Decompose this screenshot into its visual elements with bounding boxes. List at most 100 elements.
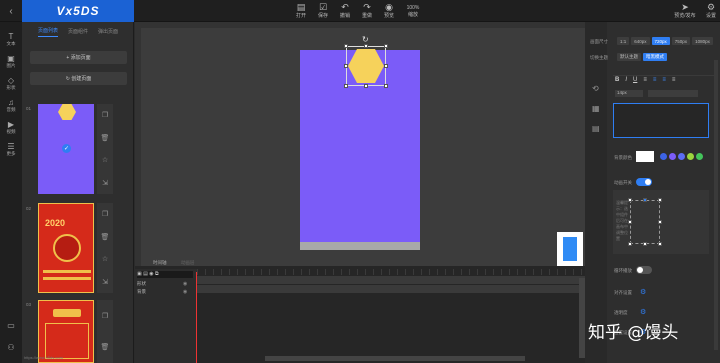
align-right-icon[interactable]: ≡: [662, 77, 666, 83]
color-swatch[interactable]: [678, 153, 685, 160]
add-page-button[interactable]: + 添加页面: [30, 51, 127, 64]
position-handle[interactable]: [658, 220, 662, 224]
size-option[interactable]: 640px: [631, 37, 650, 45]
chevron-left-icon[interactable]: ‹: [0, 0, 22, 22]
settings-icon[interactable]: ⚙: [640, 288, 646, 296]
size-option[interactable]: 1080px: [692, 37, 713, 45]
eye-icon[interactable]: ◉: [183, 281, 187, 287]
layers-icon[interactable]: ▤: [592, 124, 600, 133]
rail-image[interactable]: ▣ 图片: [0, 50, 22, 72]
preview-button[interactable]: ◉ 预览: [378, 2, 400, 20]
undo-button[interactable]: ↶ 撤销: [334, 2, 356, 20]
selection-box[interactable]: [346, 46, 386, 86]
zoom-control[interactable]: 100% 缩放: [400, 2, 426, 20]
position-handle[interactable]: [643, 198, 647, 202]
resize-handle[interactable]: [344, 44, 348, 48]
resize-handle[interactable]: [384, 64, 388, 68]
delete-icon[interactable]: 🗑: [101, 134, 110, 142]
align-left-icon[interactable]: ≡: [643, 77, 647, 83]
position-handle[interactable]: [628, 198, 632, 202]
rail-text[interactable]: T 文本: [0, 28, 22, 50]
resize-handle[interactable]: [384, 44, 388, 48]
grid-icon[interactable]: ▦: [592, 104, 600, 113]
position-handle[interactable]: [658, 242, 662, 246]
track-controls[interactable]: ▣ ▤ ◉ ⧉: [137, 271, 193, 278]
minimap[interactable]: [557, 232, 583, 266]
rail-video[interactable]: ▶ 视频: [0, 116, 22, 138]
resize-handle[interactable]: [384, 84, 388, 88]
publish-button[interactable]: ➤ 预览/发布: [672, 2, 698, 20]
timeline-track-bar[interactable]: [197, 285, 585, 293]
history-icon[interactable]: ⟲: [592, 84, 599, 93]
color-swatch[interactable]: [687, 153, 694, 160]
font-family-select[interactable]: [648, 90, 698, 97]
eye-icon[interactable]: ◉: [183, 289, 187, 295]
position-handle[interactable]: [628, 242, 632, 246]
move-icon[interactable]: ⇲: [102, 278, 108, 286]
copy-icon[interactable]: ❐: [102, 210, 108, 218]
bold-icon[interactable]: B: [615, 77, 619, 83]
resize-handle[interactable]: [364, 84, 368, 88]
redo-button[interactable]: ↷ 重做: [356, 2, 378, 20]
star-icon[interactable]: ☆: [102, 156, 108, 164]
delete-icon[interactable]: 🗑: [101, 233, 110, 241]
scrollbar-horizontal[interactable]: [265, 356, 525, 361]
color-swatch[interactable]: [660, 153, 667, 160]
watermark: 知乎 @馒头: [588, 323, 679, 343]
resize-handle[interactable]: [344, 64, 348, 68]
canvas-size-label: 画面尺寸: [590, 39, 608, 44]
create-page-button[interactable]: ↻ 创建页面: [30, 72, 127, 85]
scrollbar-vertical[interactable]: [714, 60, 718, 350]
save-button[interactable]: ☑ 保存: [312, 2, 334, 20]
timeline-track-bar[interactable]: [197, 276, 585, 284]
rail-layers[interactable]: ▭: [0, 314, 22, 336]
position-handle[interactable]: [628, 220, 632, 224]
settings-icon[interactable]: ⚙: [640, 308, 646, 316]
page-thumbnail-1[interactable]: ✓: [38, 104, 94, 194]
copy-icon[interactable]: ❐: [102, 312, 108, 320]
position-handle[interactable]: [643, 242, 647, 246]
text-content-input[interactable]: [613, 103, 709, 138]
resize-handle[interactable]: [344, 84, 348, 88]
track-item[interactable]: 背景: [137, 289, 146, 295]
delete-icon[interactable]: 🗑: [101, 343, 110, 351]
align-justify-icon[interactable]: ≡: [672, 77, 676, 83]
loop-toggle[interactable]: [636, 266, 652, 274]
color-swatch[interactable]: [696, 153, 703, 160]
underline-icon[interactable]: U: [633, 77, 637, 83]
move-icon[interactable]: ⇲: [102, 179, 108, 187]
track-item[interactable]: 形状: [137, 281, 146, 287]
tab-popup-pages[interactable]: 弹出页面: [98, 28, 118, 35]
position-handle[interactable]: [658, 198, 662, 202]
position-frame[interactable]: [630, 200, 660, 244]
tab-animation-layer[interactable]: 动画层: [181, 260, 195, 266]
size-option[interactable]: 750px: [671, 37, 691, 45]
color-swatch[interactable]: [669, 153, 676, 160]
rail-audio[interactable]: ♫ 音频: [0, 94, 22, 116]
bg-color-picker[interactable]: [636, 151, 654, 162]
anim-toggle[interactable]: [636, 178, 652, 186]
rail-shape[interactable]: ◇ 形状: [0, 72, 22, 94]
page-thumbnail-2[interactable]: 2020: [38, 203, 94, 293]
tab-page-list[interactable]: 页面列表: [38, 27, 59, 37]
open-button[interactable]: ▤ 打开: [290, 2, 312, 20]
align-center-icon[interactable]: ≡: [653, 77, 657, 83]
italic-icon[interactable]: I: [625, 77, 627, 83]
size-option[interactable]: 1:1: [617, 37, 630, 45]
star-icon[interactable]: ☆: [102, 255, 108, 263]
theme-option-selected[interactable]: 暗黑模式: [643, 53, 667, 61]
layers-icon: ▭: [7, 320, 15, 330]
rotate-icon[interactable]: ↻: [362, 35, 369, 44]
playhead[interactable]: [196, 272, 197, 363]
tab-page-components[interactable]: 页面组件: [68, 28, 88, 35]
theme-option[interactable]: 默认主题: [617, 53, 641, 61]
font-size-select[interactable]: 14px: [615, 90, 643, 97]
copy-icon[interactable]: ❐: [102, 111, 108, 119]
resize-handle[interactable]: [364, 44, 368, 48]
tab-timeline[interactable]: 时间轴: [153, 260, 167, 266]
page-thumbnail-3[interactable]: [38, 300, 94, 363]
rail-help[interactable]: ⚇: [0, 336, 22, 358]
settings-button[interactable]: ⚙ 设置: [700, 2, 720, 20]
rail-more[interactable]: ☰ 更多: [0, 138, 22, 160]
size-option-selected[interactable]: 720px: [651, 37, 670, 45]
